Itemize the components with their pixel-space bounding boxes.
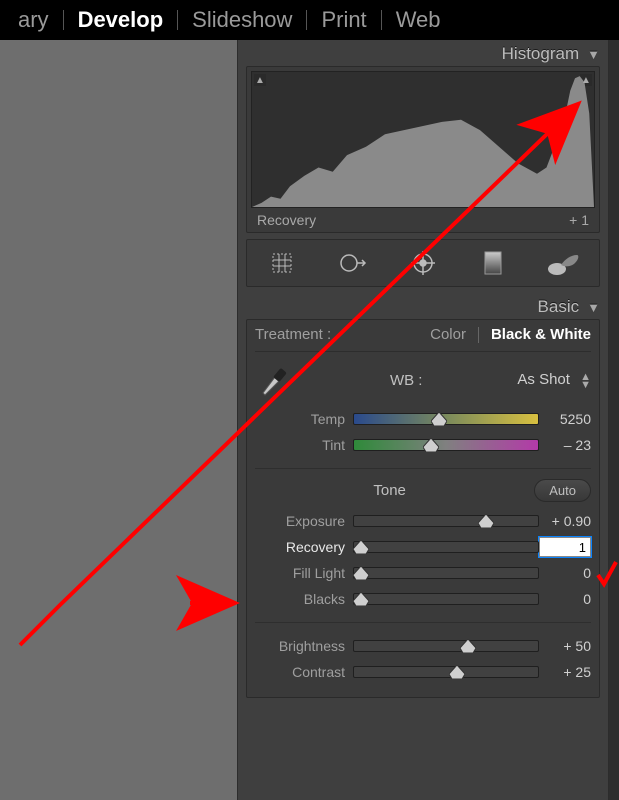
recovery-row: Recovery: [255, 534, 591, 560]
basic-panel: Treatment : Color Black & White WB :: [246, 319, 600, 698]
tint-row: Tint – 23: [255, 432, 591, 458]
blacks-slider[interactable]: [353, 593, 539, 605]
contrast-label: Contrast: [255, 664, 353, 680]
slider-thumb[interactable]: [353, 540, 369, 554]
tab-develop[interactable]: Develop: [64, 7, 178, 33]
temp-value[interactable]: 5250: [539, 411, 591, 427]
histogram-status: Recovery + 1: [251, 208, 595, 228]
tone-header: Tone Auto: [255, 479, 591, 502]
redeye-tool[interactable]: [406, 246, 440, 280]
brightness-value[interactable]: + 50: [539, 638, 591, 654]
brightness-row: Brightness + 50: [255, 633, 591, 659]
wb-label: WB :: [295, 372, 517, 389]
tone-label: Tone: [255, 482, 524, 499]
temp-row: Temp 5250: [255, 406, 591, 432]
exposure-slider[interactable]: [353, 515, 539, 527]
slider-thumb[interactable]: [431, 412, 447, 426]
treatment-color[interactable]: Color: [430, 326, 466, 343]
fill-light-row: Fill Light 0: [255, 560, 591, 586]
blacks-row: Blacks 0: [255, 586, 591, 612]
fill-light-slider[interactable]: [353, 567, 539, 579]
white-balance-eyedropper[interactable]: [255, 363, 295, 397]
tab-print[interactable]: Print: [307, 7, 380, 33]
histogram-display[interactable]: ▲ ▲: [251, 71, 595, 208]
slider-thumb[interactable]: [449, 665, 465, 679]
tint-label: Tint: [255, 437, 353, 453]
recovery-label: Recovery: [255, 539, 353, 555]
slider-thumb[interactable]: [460, 639, 476, 653]
histogram-title: Histogram: [502, 44, 579, 64]
histogram-status-label: Recovery: [257, 212, 316, 228]
contrast-slider[interactable]: [353, 666, 539, 678]
white-balance-row: WB : As Shot ▲▼: [255, 360, 591, 400]
section-separator: [255, 622, 591, 623]
temp-label: Temp: [255, 411, 353, 427]
basic-header[interactable]: Basic ▼: [238, 293, 608, 319]
brightness-slider[interactable]: [353, 640, 539, 652]
slider-thumb[interactable]: [353, 592, 369, 606]
exposure-value[interactable]: + 0.90: [539, 513, 591, 529]
treatment-label: Treatment :: [255, 326, 331, 343]
disclosure-icon: ▼: [587, 48, 600, 61]
basic-title: Basic: [538, 297, 580, 317]
contrast-row: Contrast + 25: [255, 659, 591, 685]
fill-light-value[interactable]: 0: [539, 565, 591, 581]
eyedropper-icon: [261, 363, 289, 397]
tool-strip: [246, 239, 600, 287]
tab-slideshow[interactable]: Slideshow: [178, 7, 306, 33]
histogram-panel: ▲ ▲ Recovery + 1: [246, 66, 600, 233]
contrast-value[interactable]: + 25: [539, 664, 591, 680]
recovery-slider[interactable]: [353, 541, 539, 553]
treatment-row: Treatment : Color Black & White: [255, 326, 591, 352]
temp-slider[interactable]: [353, 413, 539, 425]
tint-value[interactable]: – 23: [539, 437, 591, 453]
module-tabs: ary Develop Slideshow Print Web: [0, 0, 619, 40]
blacks-label: Blacks: [255, 591, 353, 607]
panel-scrollbar[interactable]: [609, 40, 619, 800]
slider-thumb[interactable]: [423, 438, 439, 452]
histogram-status-value: + 1: [569, 212, 589, 228]
exposure-label: Exposure: [255, 513, 353, 529]
recovery-input[interactable]: [539, 537, 591, 557]
tab-web[interactable]: Web: [382, 7, 455, 33]
wb-preset-value: As Shot: [517, 371, 570, 388]
histogram-curve: [252, 72, 594, 207]
slider-thumb[interactable]: [478, 514, 494, 528]
disclosure-icon: ▼: [587, 301, 600, 314]
tint-slider[interactable]: [353, 439, 539, 451]
slider-thumb[interactable]: [353, 566, 369, 580]
fill-light-label: Fill Light: [255, 565, 353, 581]
tab-library[interactable]: ary: [4, 7, 63, 33]
blacks-value[interactable]: 0: [539, 591, 591, 607]
select-arrows-icon: ▲▼: [580, 373, 591, 389]
histogram-header[interactable]: Histogram ▼: [238, 40, 608, 66]
wb-preset-select[interactable]: As Shot ▲▼: [517, 371, 591, 388]
treatment-separator: [478, 327, 479, 343]
auto-tone-button[interactable]: Auto: [534, 479, 591, 502]
spot-removal-tool[interactable]: [336, 246, 370, 280]
exposure-row: Exposure + 0.90: [255, 508, 591, 534]
right-panel: Histogram ▼ ▲ ▲ Recovery + 1: [237, 40, 609, 800]
graduated-filter-tool[interactable]: [476, 246, 510, 280]
adjustment-brush-tool[interactable]: [547, 246, 581, 280]
section-separator: [255, 468, 591, 469]
treatment-bw[interactable]: Black & White: [491, 326, 591, 343]
crop-tool[interactable]: [265, 246, 299, 280]
brightness-label: Brightness: [255, 638, 353, 654]
